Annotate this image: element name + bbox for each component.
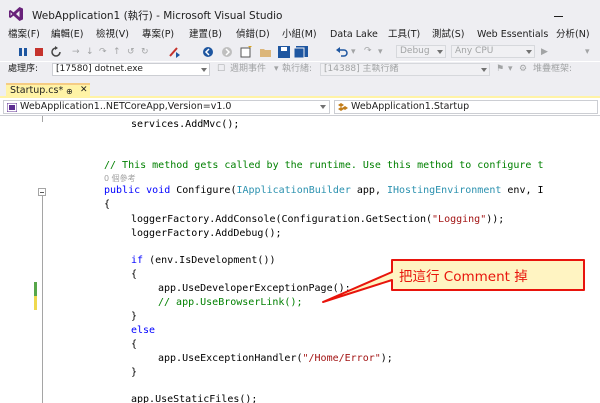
- toolbar-overflow-icon[interactable]: ▾: [585, 46, 590, 58]
- navigate-back-icon[interactable]: [202, 46, 214, 58]
- thread-options-icon[interactable]: ⚙: [519, 63, 527, 75]
- menu-analyze[interactable]: 分析(N): [556, 28, 590, 42]
- solution-configuration-select[interactable]: Debug: [396, 45, 446, 58]
- code-line-static-files: app.UseStaticFiles();: [131, 394, 258, 403]
- code-line-configure-signature: public void Configure(IApplicationBuilde…: [104, 185, 544, 196]
- menu-team[interactable]: 小組(M): [282, 28, 317, 42]
- step-back-icon[interactable]: ↺: [127, 46, 135, 58]
- chevron-down-icon: [201, 68, 207, 72]
- chevron-down-icon: [320, 105, 326, 109]
- code-line-if-close-brace: }: [131, 311, 138, 322]
- code-line-else-close-brace: }: [131, 367, 138, 378]
- chevron-down-icon: [526, 50, 532, 54]
- menu-tools[interactable]: 工具(T): [388, 28, 420, 42]
- editor-navigation-bar: WebApplication1..NETCoreApp,Version=v1.0…: [0, 98, 600, 116]
- visual-studio-logo-icon: [9, 7, 23, 21]
- undo-icon[interactable]: [336, 46, 348, 58]
- redo-dropdown-icon[interactable]: ▾: [378, 46, 383, 58]
- lifecycle-events-icon[interactable]: ☐: [217, 63, 225, 75]
- redo-icon[interactable]: ↷: [364, 45, 372, 57]
- title-bar: WebApplication1 (執行) - Microsoft Visual …: [0, 0, 600, 28]
- code-line-open-brace: {: [104, 199, 111, 210]
- tab-startup-cs[interactable]: Startup.cs* ⊕ ✕: [6, 83, 90, 97]
- hot-reload-icon[interactable]: [168, 46, 182, 58]
- filter-icon[interactable]: ▾: [508, 63, 513, 75]
- tab-label: Startup.cs*: [10, 85, 64, 96]
- menu-project[interactable]: 專案(P): [142, 28, 174, 42]
- outline-guide-configure: [42, 196, 43, 403]
- lifecycle-dropdown-icon[interactable]: ▾: [274, 63, 279, 75]
- save-all-icon[interactable]: [294, 46, 308, 58]
- chevron-down-icon: [437, 50, 443, 54]
- open-folder-icon[interactable]: [260, 46, 272, 58]
- stop-icon[interactable]: [34, 47, 44, 57]
- menu-bar: 檔案(F) 編輯(E) 檢視(V) 專案(P) 建置(B) 偵錯(D) 小組(M…: [0, 28, 600, 43]
- menu-data-lake[interactable]: Data Lake: [330, 28, 378, 42]
- code-line-services-addmvc: services.AddMvc();: [131, 119, 240, 130]
- flag-icon[interactable]: ⚑: [496, 63, 504, 75]
- menu-build[interactable]: 建置(B): [189, 28, 222, 42]
- code-line-exception-handler: app.UseExceptionHandler("/Home/Error");: [158, 353, 393, 364]
- chevron-down-icon: [481, 68, 487, 72]
- undo-dropdown-icon[interactable]: ▾: [351, 46, 356, 58]
- new-project-icon[interactable]: [240, 46, 252, 58]
- process-label: 處理序:: [8, 64, 39, 74]
- step-into-icon[interactable]: ↓: [86, 46, 94, 58]
- restart-icon[interactable]: [50, 46, 62, 58]
- type-value: WebApplication1.Startup: [351, 101, 470, 112]
- step-forward-icon[interactable]: ↻: [141, 46, 149, 58]
- unsaved-change-marker: [34, 296, 37, 310]
- csharp-project-icon: [7, 103, 17, 112]
- step-out-icon[interactable]: ↑: [113, 46, 121, 58]
- menu-view[interactable]: 檢視(V): [96, 28, 129, 42]
- main-toolbar: → ↓ ↷ ↑ ↺ ↻ ▾ ↷ ▾ Debug Any CPU ▶ ▾: [0, 43, 600, 61]
- indicator-margin: [0, 116, 20, 403]
- thread-value: [14388] 主執行緒: [324, 64, 399, 74]
- menu-edit[interactable]: 編輯(E): [51, 28, 83, 42]
- process-value: [17580] dotnet.exe: [56, 64, 143, 74]
- code-line-developer-exception-page: app.UseDeveloperExceptionPage();: [158, 283, 351, 294]
- collapse-configure-icon[interactable]: [38, 188, 46, 196]
- code-line-configure-comment: // This method gets called by the runtim…: [104, 160, 544, 171]
- project-context-value: WebApplication1..NETCoreApp,Version=v1.0: [20, 101, 232, 112]
- debug-location-toolbar: 處理序: [17580] dotnet.exe ☐ 週期事件 ▾ 執行緒: [1…: [0, 62, 600, 77]
- code-line-if-open-brace: {: [131, 269, 138, 280]
- save-icon[interactable]: [278, 46, 290, 58]
- type-select[interactable]: WebApplication1.Startup: [334, 100, 598, 114]
- code-line-if-development: if (env.IsDevelopment()): [131, 255, 276, 266]
- solution-configuration-value: Debug: [400, 46, 430, 56]
- reference-count[interactable]: 0 個參考: [104, 174, 136, 184]
- project-context-select[interactable]: WebApplication1..NETCoreApp,Version=v1.0: [3, 100, 330, 114]
- pause-icon[interactable]: [18, 47, 28, 57]
- menu-test[interactable]: 測試(S): [432, 28, 464, 42]
- saved-change-marker: [34, 282, 37, 296]
- code-line-else: else: [131, 325, 156, 336]
- window-title: WebApplication1 (執行) - Microsoft Visual …: [32, 10, 283, 22]
- outline-guide-top: [42, 116, 43, 122]
- class-icon: [338, 103, 348, 111]
- solution-platform-select[interactable]: Any CPU: [451, 45, 535, 58]
- step-over-icon[interactable]: ↷: [99, 46, 107, 58]
- lifecycle-events-label[interactable]: 週期事件: [230, 63, 266, 75]
- thread-select[interactable]: [14388] 主執行緒: [320, 63, 490, 76]
- menu-web-essentials[interactable]: Web Essentials: [477, 28, 548, 42]
- navigate-forward-icon[interactable]: [221, 46, 233, 58]
- code-line-else-open-brace: {: [131, 339, 138, 350]
- code-line-add-console: loggerFactory.AddConsole(Configuration.G…: [131, 214, 505, 225]
- show-next-statement-icon[interactable]: →: [72, 46, 80, 58]
- minimize-button[interactable]: [551, 6, 567, 22]
- document-tab-strip: Startup.cs* ⊕ ✕: [0, 77, 600, 97]
- code-line-browser-link-comment: // app.UseBrowserLink();: [158, 297, 303, 308]
- menu-file[interactable]: 檔案(F): [8, 28, 40, 42]
- menu-debug[interactable]: 偵錯(D): [236, 28, 270, 42]
- thread-label: 執行緒:: [282, 64, 313, 74]
- annotation-text: 把這行 Comment 掉: [399, 269, 528, 285]
- solution-platform-value: Any CPU: [455, 46, 494, 56]
- start-icon[interactable]: ▶: [541, 46, 548, 58]
- code-line-add-debug: loggerFactory.AddDebug();: [131, 228, 282, 239]
- close-icon[interactable]: ✕: [80, 85, 88, 96]
- code-editor[interactable]: services.AddMvc(); // This method gets c…: [0, 116, 600, 403]
- process-select[interactable]: [17580] dotnet.exe: [52, 63, 210, 76]
- stack-frame-label: 堆疊框架:: [533, 64, 573, 74]
